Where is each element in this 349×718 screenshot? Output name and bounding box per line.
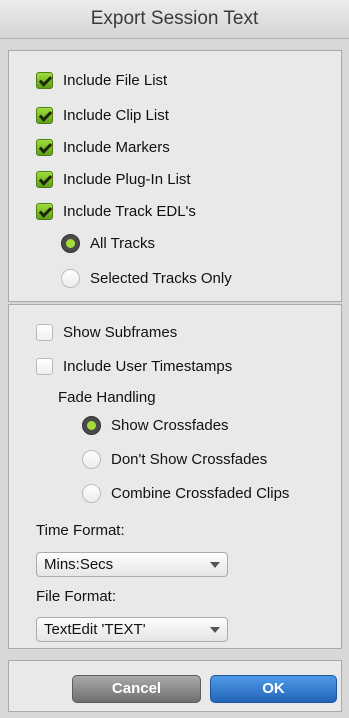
include-plugin-list-label: Include Plug-In List — [63, 170, 191, 188]
include-file-list-label: Include File List — [63, 71, 168, 89]
include-track-edls-checkbox[interactable]: Include Track EDL's — [36, 199, 196, 223]
combine-crossfaded-clips-radio[interactable]: Combine Crossfaded Clips — [82, 481, 289, 505]
time-format-label: Time Format: — [36, 522, 125, 539]
dont-show-crossfades-label: Don't Show Crossfades — [111, 450, 268, 468]
show-crossfades-radio[interactable]: Show Crossfades — [82, 413, 229, 437]
include-clip-list-label: Include Clip List — [63, 106, 169, 124]
show-crossfades-label: Show Crossfades — [111, 416, 229, 434]
radio-unselected-icon — [82, 483, 101, 503]
radio-selected-icon — [61, 233, 80, 253]
show-subframes-label: Show Subframes — [63, 323, 178, 341]
dropdown-arrow-icon — [210, 627, 220, 633]
all-tracks-label: All Tracks — [90, 234, 156, 252]
radio-selected-icon — [82, 415, 101, 435]
file-format-label: File Format: — [36, 588, 117, 605]
selected-tracks-only-radio[interactable]: Selected Tracks Only — [61, 266, 232, 290]
show-subframes-checkbox[interactable]: Show Subframes — [36, 320, 177, 344]
cancel-button[interactable]: Cancel — [72, 675, 201, 703]
checkbox-checked-icon — [36, 202, 53, 220]
checkbox-checked-icon — [36, 138, 53, 156]
include-markers-checkbox[interactable]: Include Markers — [36, 135, 170, 159]
radio-unselected-icon — [61, 268, 80, 288]
file-format-value: TextEdit 'TEXT' — [44, 621, 146, 638]
checkbox-checked-icon — [36, 170, 53, 188]
include-clip-list-checkbox[interactable]: Include Clip List — [36, 103, 169, 127]
include-user-timestamps-checkbox[interactable]: Include User Timestamps — [36, 354, 232, 378]
all-tracks-radio[interactable]: All Tracks — [61, 231, 155, 255]
checkbox-checked-icon — [36, 71, 53, 89]
include-markers-label: Include Markers — [63, 138, 170, 156]
time-format-value: Mins:Secs — [44, 556, 114, 573]
combine-crossfaded-clips-label: Combine Crossfaded Clips — [111, 484, 290, 502]
checkbox-checked-icon — [36, 106, 53, 124]
checkbox-unchecked-icon — [36, 323, 53, 341]
include-plugin-list-checkbox[interactable]: Include Plug-In List — [36, 167, 191, 191]
ok-button[interactable]: OK — [210, 675, 337, 703]
selected-tracks-only-label: Selected Tracks Only — [90, 269, 232, 287]
checkbox-unchecked-icon — [36, 357, 53, 375]
time-format-select[interactable]: Mins:Secs — [36, 552, 228, 577]
file-format-select[interactable]: TextEdit 'TEXT' — [36, 617, 228, 642]
dialog-title: Export Session Text — [0, 0, 349, 39]
dropdown-arrow-icon — [210, 562, 220, 568]
include-file-list-checkbox[interactable]: Include File List — [36, 68, 167, 92]
radio-unselected-icon — [82, 449, 101, 469]
dont-show-crossfades-radio[interactable]: Don't Show Crossfades — [82, 447, 267, 471]
include-track-edls-label: Include Track EDL's — [63, 202, 196, 220]
fade-handling-label: Fade Handling — [58, 389, 156, 406]
include-user-timestamps-label: Include User Timestamps — [63, 357, 233, 375]
